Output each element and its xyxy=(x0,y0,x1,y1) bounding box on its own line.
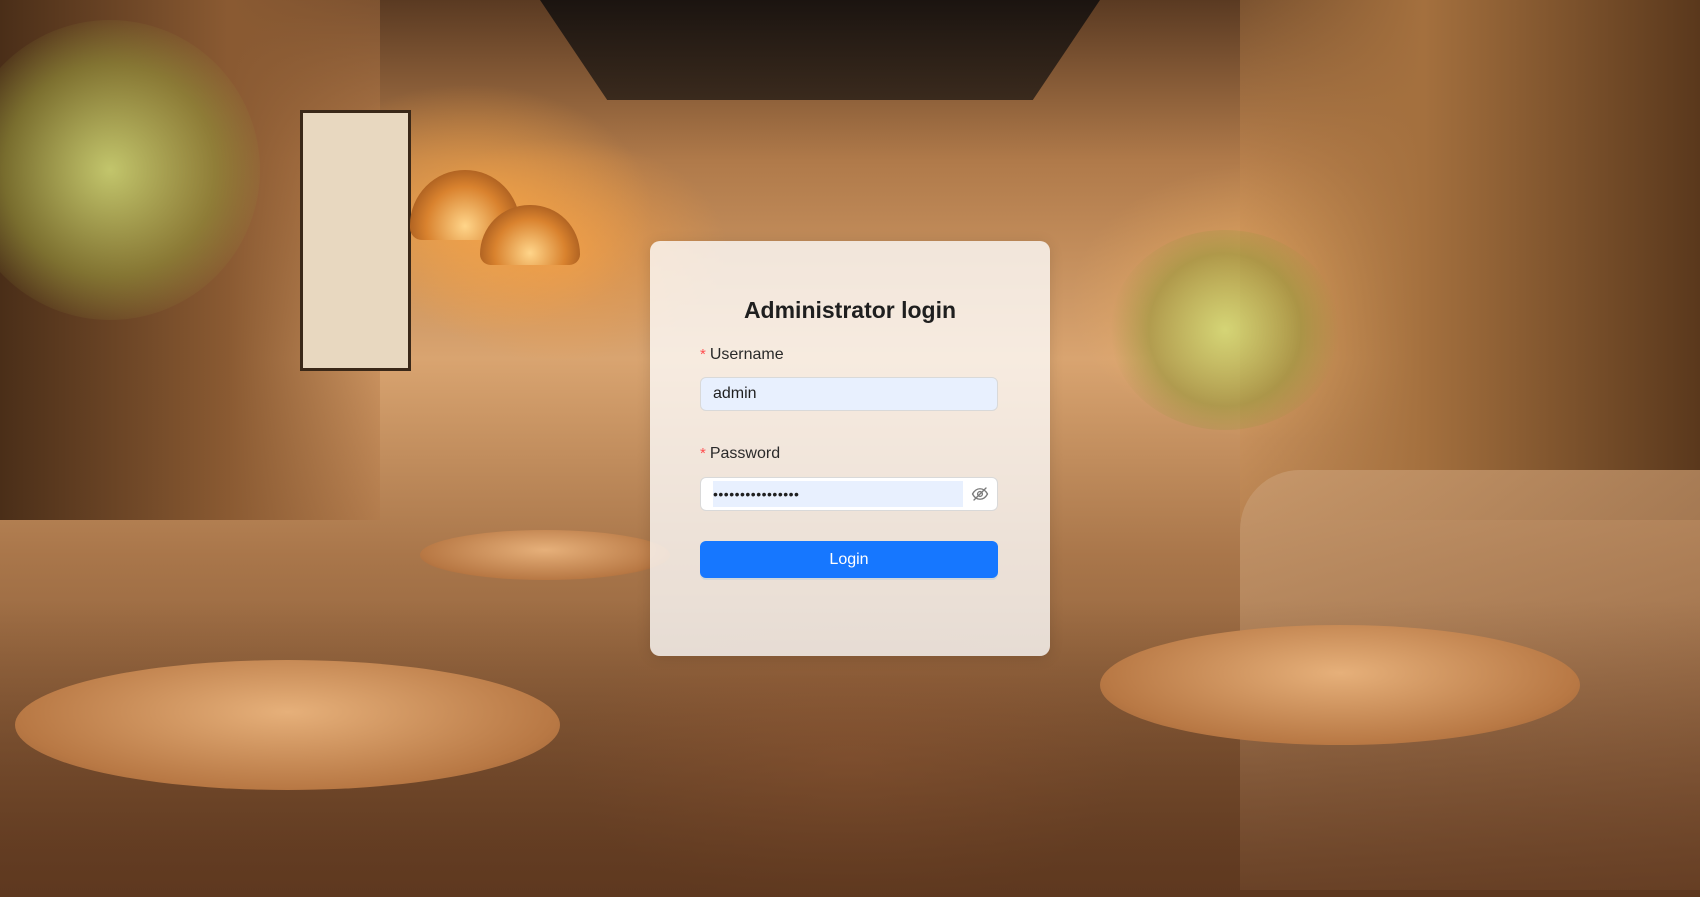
login-button[interactable]: Login xyxy=(700,541,998,578)
required-marker: * xyxy=(700,346,706,363)
password-label-text: Password xyxy=(709,445,781,462)
background-wall-art xyxy=(300,110,411,371)
password-value: •••••••••••••••• xyxy=(713,481,963,507)
required-marker: * xyxy=(700,445,706,462)
username-label-text: Username xyxy=(709,346,784,363)
username-value: admin xyxy=(713,385,757,402)
background-right-wall xyxy=(1240,0,1700,520)
background-plant xyxy=(1110,230,1340,430)
login-card: Administrator login * Username admin * Pas… xyxy=(650,241,1050,656)
background-ceiling xyxy=(540,0,1100,100)
login-title: Administrator login xyxy=(743,297,957,323)
password-input[interactable]: •••••••••••••••• xyxy=(700,477,998,511)
username-input[interactable]: admin xyxy=(700,377,998,411)
background-table xyxy=(420,530,670,580)
username-label: * Username xyxy=(700,346,784,364)
password-label: * Password xyxy=(700,445,780,463)
background-table xyxy=(15,660,560,790)
eye-invisible-icon[interactable] xyxy=(969,483,991,505)
background-table xyxy=(1100,625,1580,745)
